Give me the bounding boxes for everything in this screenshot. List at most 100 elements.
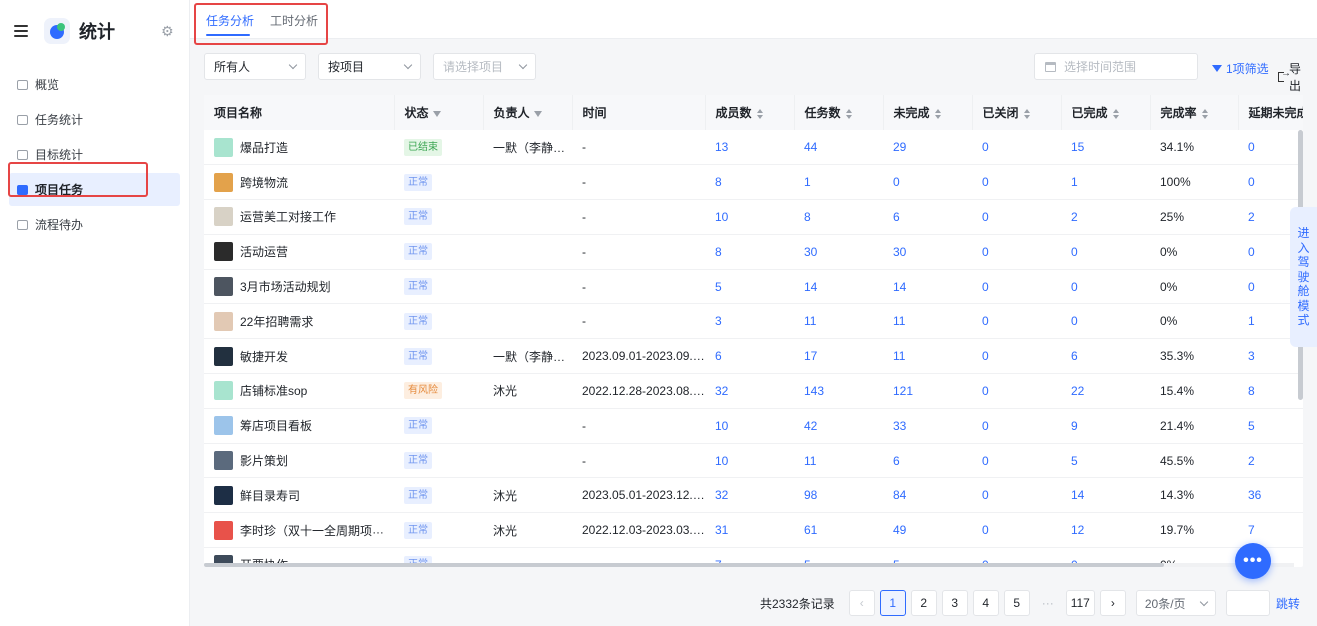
project-name-cell[interactable]: 22年招聘需求 bbox=[204, 303, 394, 340]
delayed-cell[interactable]: 7 bbox=[1238, 512, 1303, 549]
project-name[interactable]: 活动运营 bbox=[240, 245, 288, 259]
col-header-rate[interactable]: 完成率 bbox=[1150, 95, 1239, 130]
members-cell[interactable]: 8 bbox=[705, 164, 794, 201]
pagination-ellipsis[interactable]: ··· bbox=[1035, 596, 1061, 610]
page-button[interactable]: 1 bbox=[879, 590, 906, 616]
table-row[interactable]: 鲜目录寿司 正常 沐光 2023.05.01-2023.12.12 32 98 84 0 14 1… bbox=[204, 477, 1303, 514]
table-row[interactable]: 影片策划 正常 -10 11 6 0 5 45.5% 2 bbox=[204, 443, 1303, 479]
jump-page-input[interactable] bbox=[1225, 590, 1270, 616]
unfinished-cell[interactable]: 33 bbox=[883, 408, 972, 444]
tasks-cell[interactable]: 42 bbox=[794, 408, 883, 444]
unfinished-cell[interactable]: 11 bbox=[883, 303, 972, 340]
members-cell[interactable]: 3 bbox=[705, 303, 794, 340]
tasks-cell[interactable]: 17 bbox=[794, 338, 883, 375]
completed-cell[interactable]: 0 bbox=[1061, 234, 1150, 270]
col-header-status[interactable]: 状态 bbox=[394, 95, 484, 130]
unfinished-cell[interactable]: 6 bbox=[883, 199, 972, 235]
export-button[interactable]: 导出 bbox=[1278, 60, 1304, 94]
page-button[interactable]: 4 bbox=[972, 590, 999, 616]
closed-cell[interactable]: 0 bbox=[972, 303, 1061, 340]
completed-cell[interactable]: 22 bbox=[1061, 373, 1150, 409]
completed-cell[interactable]: 0 bbox=[1061, 269, 1150, 305]
table-row[interactable]: 敏捷开发 正常 一默（李静… 2023.09.01-2023.09.30 6 17 11 0 6… bbox=[204, 338, 1303, 375]
table-row[interactable]: 运营美工对接工作 正常 -10 8 6 0 2 25% 2 bbox=[204, 199, 1303, 235]
more-actions-button[interactable]: ••• bbox=[1235, 543, 1271, 579]
unfinished-cell[interactable]: 6 bbox=[883, 443, 972, 479]
menu-icon[interactable] bbox=[14, 25, 28, 37]
project-name[interactable]: 李时珍（双十一全周期项目… bbox=[240, 522, 394, 538]
completed-cell[interactable]: 9 bbox=[1061, 408, 1150, 444]
table-row[interactable]: 爆品打造 已结束 一默（李静… -13 44 29 0 15 34.1% 0 bbox=[204, 130, 1303, 166]
members-cell[interactable]: 10 bbox=[705, 199, 794, 235]
owner-select[interactable]: 所有人 bbox=[204, 53, 306, 80]
closed-cell[interactable]: 0 bbox=[972, 512, 1061, 549]
closed-cell[interactable]: 0 bbox=[972, 443, 1061, 479]
page-button[interactable]: 2 bbox=[910, 590, 937, 616]
closed-cell[interactable]: 0 bbox=[972, 234, 1061, 270]
next-page-button[interactable]: › bbox=[1099, 590, 1126, 616]
project-name-cell[interactable]: 李时珍（双十一全周期项目… bbox=[204, 512, 394, 549]
tasks-cell[interactable]: 11 bbox=[794, 303, 883, 340]
page-size-select[interactable]: 20条/页 bbox=[1135, 590, 1216, 616]
project-name[interactable]: 筹店项目看板 bbox=[240, 419, 312, 433]
col-header-tasks[interactable]: 任务数 bbox=[794, 95, 884, 130]
project-name[interactable]: 爆品打造 bbox=[240, 141, 288, 155]
prev-page-button[interactable]: ‹ bbox=[848, 590, 875, 616]
members-cell[interactable]: 5 bbox=[705, 269, 794, 305]
project-name-cell[interactable]: 运营美工对接工作 bbox=[204, 199, 394, 235]
delayed-cell[interactable]: 5 bbox=[1238, 408, 1303, 444]
closed-cell[interactable]: 0 bbox=[972, 477, 1061, 514]
tasks-cell[interactable]: 98 bbox=[794, 477, 883, 514]
tasks-cell[interactable]: 14 bbox=[794, 269, 883, 305]
project-name-cell[interactable]: 3月市场活动规划 bbox=[204, 269, 394, 305]
members-cell[interactable]: 10 bbox=[705, 408, 794, 444]
delayed-cell[interactable]: 8 bbox=[1238, 373, 1303, 409]
project-name-cell[interactable]: 店铺标准sop bbox=[204, 373, 394, 409]
completed-cell[interactable]: 1 bbox=[1061, 164, 1150, 201]
delayed-cell[interactable]: 36 bbox=[1238, 477, 1303, 514]
closed-cell[interactable]: 0 bbox=[972, 373, 1061, 409]
project-name-cell[interactable]: 爆品打造 bbox=[204, 130, 394, 166]
page-button[interactable]: 3 bbox=[941, 590, 968, 616]
col-header-members[interactable]: 成员数 bbox=[705, 95, 795, 130]
closed-cell[interactable]: 0 bbox=[972, 130, 1061, 166]
members-cell[interactable]: 32 bbox=[705, 477, 794, 514]
table-row[interactable]: 跨境物流 正常 -8 1 0 0 1 100% 0 bbox=[204, 164, 1303, 201]
completed-cell[interactable]: 2 bbox=[1061, 199, 1150, 235]
project-name[interactable]: 跨境物流 bbox=[240, 176, 288, 190]
filter-button[interactable]: 1项筛选 bbox=[1212, 60, 1269, 77]
tasks-cell[interactable]: 1 bbox=[794, 164, 883, 201]
sidebar-item-overview[interactable]: 概览 bbox=[9, 68, 180, 101]
project-name[interactable]: 3月市场活动规划 bbox=[240, 280, 331, 294]
page-button[interactable]: 5 bbox=[1003, 590, 1030, 616]
completed-cell[interactable]: 14 bbox=[1061, 477, 1150, 514]
tasks-cell[interactable]: 61 bbox=[794, 512, 883, 549]
closed-cell[interactable]: 0 bbox=[972, 408, 1061, 444]
tasks-cell[interactable]: 44 bbox=[794, 130, 883, 166]
unfinished-cell[interactable]: 49 bbox=[883, 512, 972, 549]
tasks-cell[interactable]: 30 bbox=[794, 234, 883, 270]
table-row[interactable]: 李时珍（双十一全周期项目… 正常 沐光 2022.12.03-2023.03.02 31… bbox=[204, 512, 1303, 549]
members-cell[interactable]: 31 bbox=[705, 512, 794, 549]
delayed-cell[interactable]: 0 bbox=[1238, 164, 1303, 201]
unfinished-cell[interactable]: 0 bbox=[883, 164, 972, 201]
col-header-owner[interactable]: 负责人 bbox=[483, 95, 573, 130]
date-range-picker[interactable]: 选择时间范围 bbox=[1034, 53, 1198, 80]
project-name-cell[interactable]: 活动运营 bbox=[204, 234, 394, 270]
closed-cell[interactable]: 0 bbox=[972, 338, 1061, 375]
closed-cell[interactable]: 0 bbox=[972, 164, 1061, 201]
members-cell[interactable]: 8 bbox=[705, 234, 794, 270]
table-row[interactable]: 活动运营 正常 -8 30 30 0 0 0% 0 bbox=[204, 234, 1303, 270]
cockpit-mode-tab[interactable]: 进入驾驶舱模式 bbox=[1290, 207, 1317, 347]
unfinished-cell[interactable]: 84 bbox=[883, 477, 972, 514]
unfinished-cell[interactable]: 29 bbox=[883, 130, 972, 166]
members-cell[interactable]: 6 bbox=[705, 338, 794, 375]
unfinished-cell[interactable]: 14 bbox=[883, 269, 972, 305]
closed-cell[interactable]: 0 bbox=[972, 269, 1061, 305]
project-name[interactable]: 影片策划 bbox=[240, 454, 288, 468]
table-row[interactable]: 筹店项目看板 正常 -10 42 33 0 9 21.4% 5 bbox=[204, 408, 1303, 444]
completed-cell[interactable]: 12 bbox=[1061, 512, 1150, 549]
project-name-cell[interactable]: 鲜目录寿司 bbox=[204, 477, 394, 514]
sidebar-item-task-stats[interactable]: 任务统计 bbox=[9, 103, 180, 136]
table-row[interactable]: 店铺标准sop 有风险 沐光 2022.12.28-2023.08.03 32 143 12… bbox=[204, 373, 1303, 409]
